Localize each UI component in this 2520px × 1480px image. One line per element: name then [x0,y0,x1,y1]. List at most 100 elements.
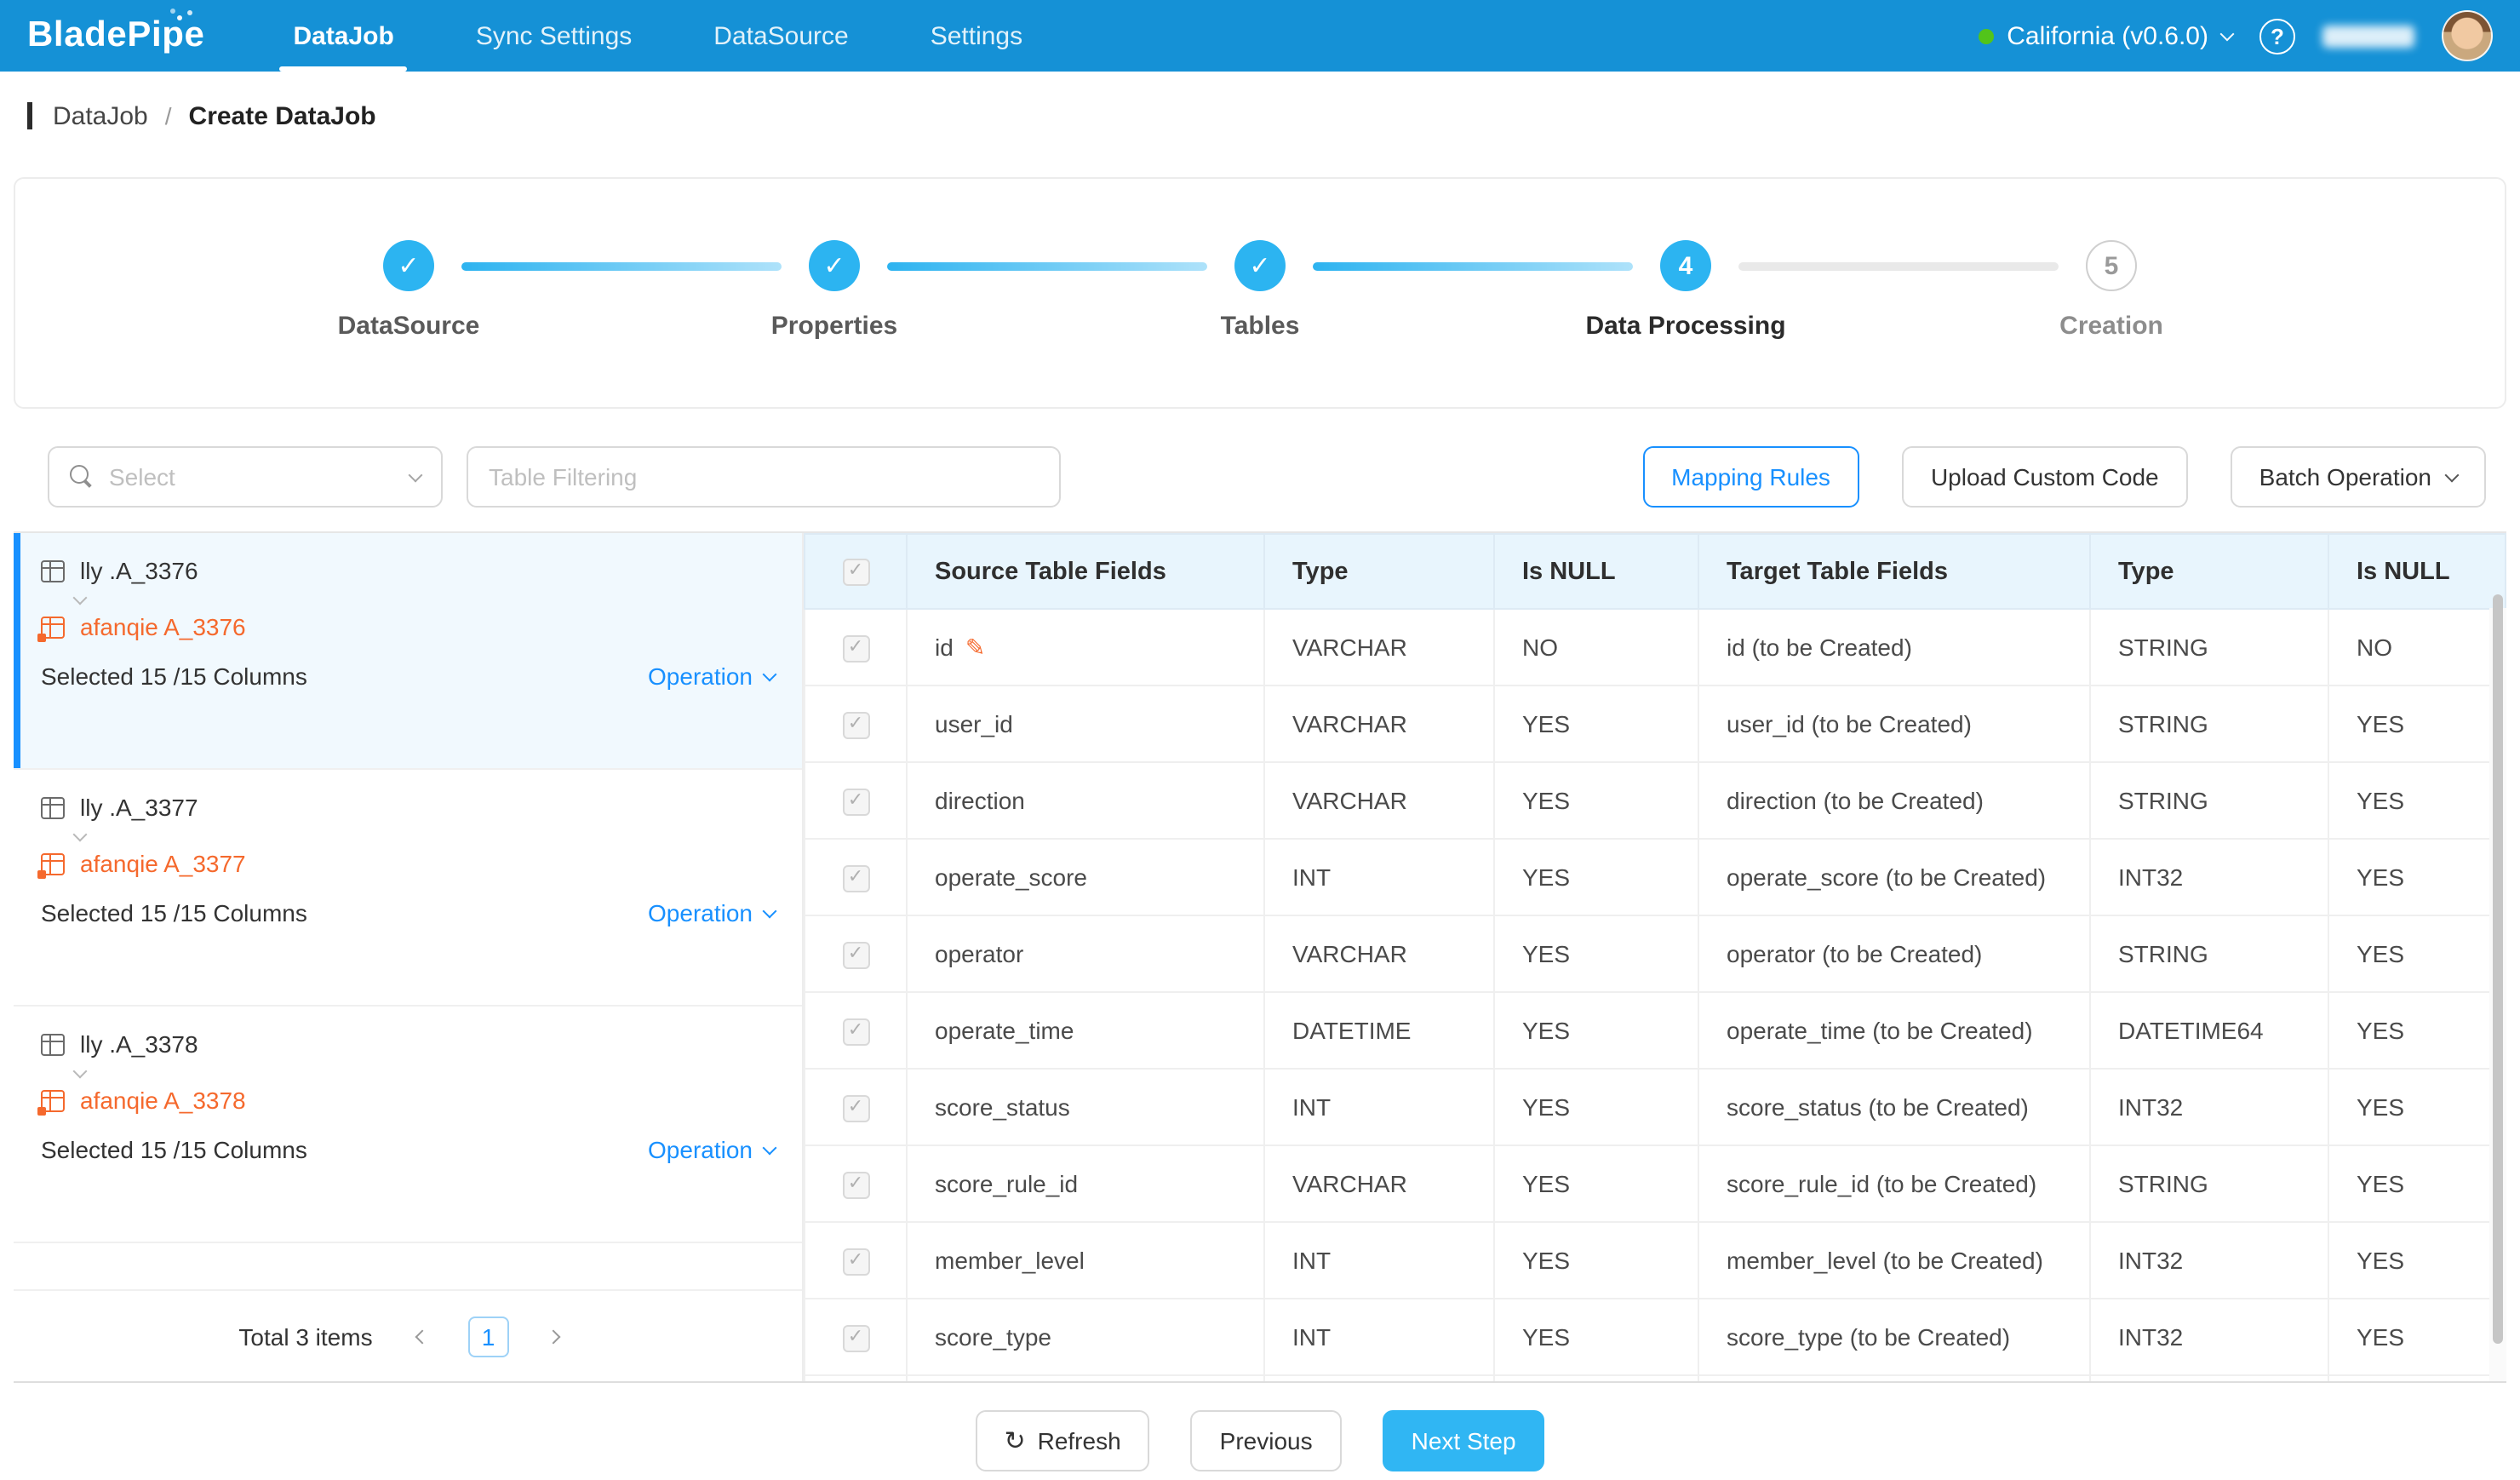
table-select-dropdown[interactable]: Select [48,446,443,508]
col-target-isnull: Is NULL [2328,534,2506,609]
target-table-icon [41,616,65,638]
target-isnull: YES [2328,686,2506,762]
next-page-button[interactable] [536,1316,577,1357]
target-type: STRING [2090,915,2328,992]
target-isnull: YES [2328,1069,2506,1145]
operation-label: Operation [648,1136,753,1163]
avatar[interactable] [2442,10,2493,61]
row-checkbox[interactable]: ✓ [842,1171,869,1198]
row-checkbox[interactable]: ✓ [842,1094,869,1121]
source-table-row: lly .A_3378 [41,1030,775,1058]
row-checkbox[interactable]: ✓ [842,711,869,738]
operation-dropdown[interactable]: Operation [648,1136,775,1163]
source-table-name: lly .A_3377 [80,794,198,821]
source-field: id [935,634,954,661]
item-footer: Selected 15 /15 Columns Operation [41,1136,775,1163]
source-field: member_level [907,1222,1264,1299]
source-type: VARCHAR [1264,762,1494,839]
source-field: operator [907,915,1264,992]
environment-selector[interactable]: California (v0.6.0) [1978,21,2232,50]
upload-custom-code-button[interactable]: Upload Custom Code [1902,446,2188,508]
prev-page-button[interactable] [400,1316,441,1357]
target-type: STRING [2090,1145,2328,1222]
step-label: Creation [2059,312,2163,341]
row-checkbox[interactable]: ✓ [842,1018,869,1045]
row-checkbox[interactable]: ✓ [842,1324,869,1351]
nav-item-settings[interactable]: Settings [890,0,1063,72]
toolbar-right: Mapping Rules Upload Custom Code Batch O… [1642,446,2486,508]
next-step-button[interactable]: Next Step [1383,1410,1545,1471]
source-field: user_id [907,686,1264,762]
breadcrumb-accent-bar [27,102,32,129]
source-isnull: YES [1494,992,1698,1069]
brand-text: BladePipe [27,15,204,56]
source-isnull: YES [1494,915,1698,992]
help-icon[interactable]: ? [2259,18,2295,54]
step-label: DataSource [338,312,480,341]
environment-label: California (v0.6.0) [2007,21,2208,50]
table-row: ✓ user_id VARCHAR YES user_id (to be Cre… [805,686,2506,762]
batch-operation-button[interactable]: Batch Operation [2231,446,2486,508]
mapping-rules-button[interactable]: Mapping Rules [1642,446,1859,508]
source-type: INT [1264,1222,1494,1299]
mapping-rules-label: Mapping Rules [1671,463,1830,490]
row-checkbox[interactable]: ✓ [842,864,869,892]
nav-item-sync-settings[interactable]: Sync Settings [435,0,673,72]
target-type: INT32 [2090,1299,2328,1375]
table-row: ✓ operate_score INT YES operate_score (t… [805,839,2506,915]
target-field: score_type (to be Created) [1698,1299,2090,1375]
operation-dropdown[interactable]: Operation [648,899,775,926]
target-isnull: NO [2328,609,2506,686]
nav-item-datasource[interactable]: DataSource [673,0,889,72]
row-checkbox[interactable]: ✓ [842,788,869,815]
chevron-down-icon [763,667,777,681]
next-step-label: Next Step [1412,1427,1516,1454]
refresh-button[interactable]: ↻Refresh [975,1410,1149,1471]
source-type: VARCHAR [1264,1145,1494,1222]
nav-item-datajob[interactable]: DataJob [252,0,434,72]
row-checkbox[interactable]: ✓ [842,634,869,662]
source-type: INT [1264,1069,1494,1145]
breadcrumb: DataJob / Create DataJob [0,72,2520,160]
table-mapping-item-1[interactable]: lly .A_3376 afanqie A_3376 Selected 15 /… [14,533,802,770]
item-footer: Selected 15 /15 Columns Operation [41,899,775,926]
table-filter-input[interactable] [467,446,1061,508]
target-type: STRING [2090,609,2328,686]
logo-sparkle-icon [177,15,182,20]
operation-label: Operation [648,663,753,690]
table-header-row: ✓ Source Table Fields Type Is NULL Targe… [805,534,2506,609]
table-row: ✓ operate_time DATETIME YES operate_time… [805,992,2506,1069]
main-card: Select Mapping Rules Upload Custom Code … [14,422,2506,1383]
step-progress-bar [887,261,1207,270]
target-isnull: YES [2328,1145,2506,1222]
target-table-row: afanqie A_3376 [41,613,775,640]
check-icon: ✓ [398,250,419,281]
page-number[interactable]: 1 [468,1316,509,1357]
target-field: score_rule_id (to be Created) [1698,1145,2090,1222]
table-mapping-item-3[interactable]: lly .A_3378 afanqie A_3378 Selected 15 /… [14,1007,802,1243]
target-table-row: afanqie A_3377 [41,850,775,877]
row-checkbox[interactable]: ✓ [842,1248,869,1275]
source-isnull: NO [1494,609,1698,686]
source-type: VARCHAR [1264,915,1494,992]
help-glyph: ? [2271,23,2284,49]
select-all-checkbox[interactable]: ✓ [842,558,869,585]
previous-button[interactable]: Previous [1191,1410,1342,1471]
pagination: Total 3 items 1 [14,1289,802,1381]
breadcrumb-root[interactable]: DataJob [53,101,148,130]
col-source-type: Type [1264,534,1494,609]
target-field: user_id (to be Created) [1698,686,2090,762]
check-icon: ✓ [848,639,863,657]
vertical-scrollbar-thumb[interactable] [2493,594,2503,1344]
col-source-isnull: Is NULL [1494,534,1698,609]
table-mapping-item-2[interactable]: lly .A_3377 afanqie A_3377 Selected 15 /… [14,770,802,1007]
field-mapping-table: ✓ Source Table Fields Type Is NULL Targe… [804,533,2506,1381]
breadcrumb-separator: / [165,102,172,129]
edit-field-icon[interactable]: ✎ [965,633,985,662]
operation-dropdown[interactable]: Operation [648,663,775,690]
username-redacted [2322,25,2414,47]
target-isnull: YES [2328,1222,2506,1299]
target-field: operate_score (to be Created) [1698,839,2090,915]
source-table-row: lly .A_3377 [41,794,775,821]
row-checkbox[interactable]: ✓ [842,941,869,968]
